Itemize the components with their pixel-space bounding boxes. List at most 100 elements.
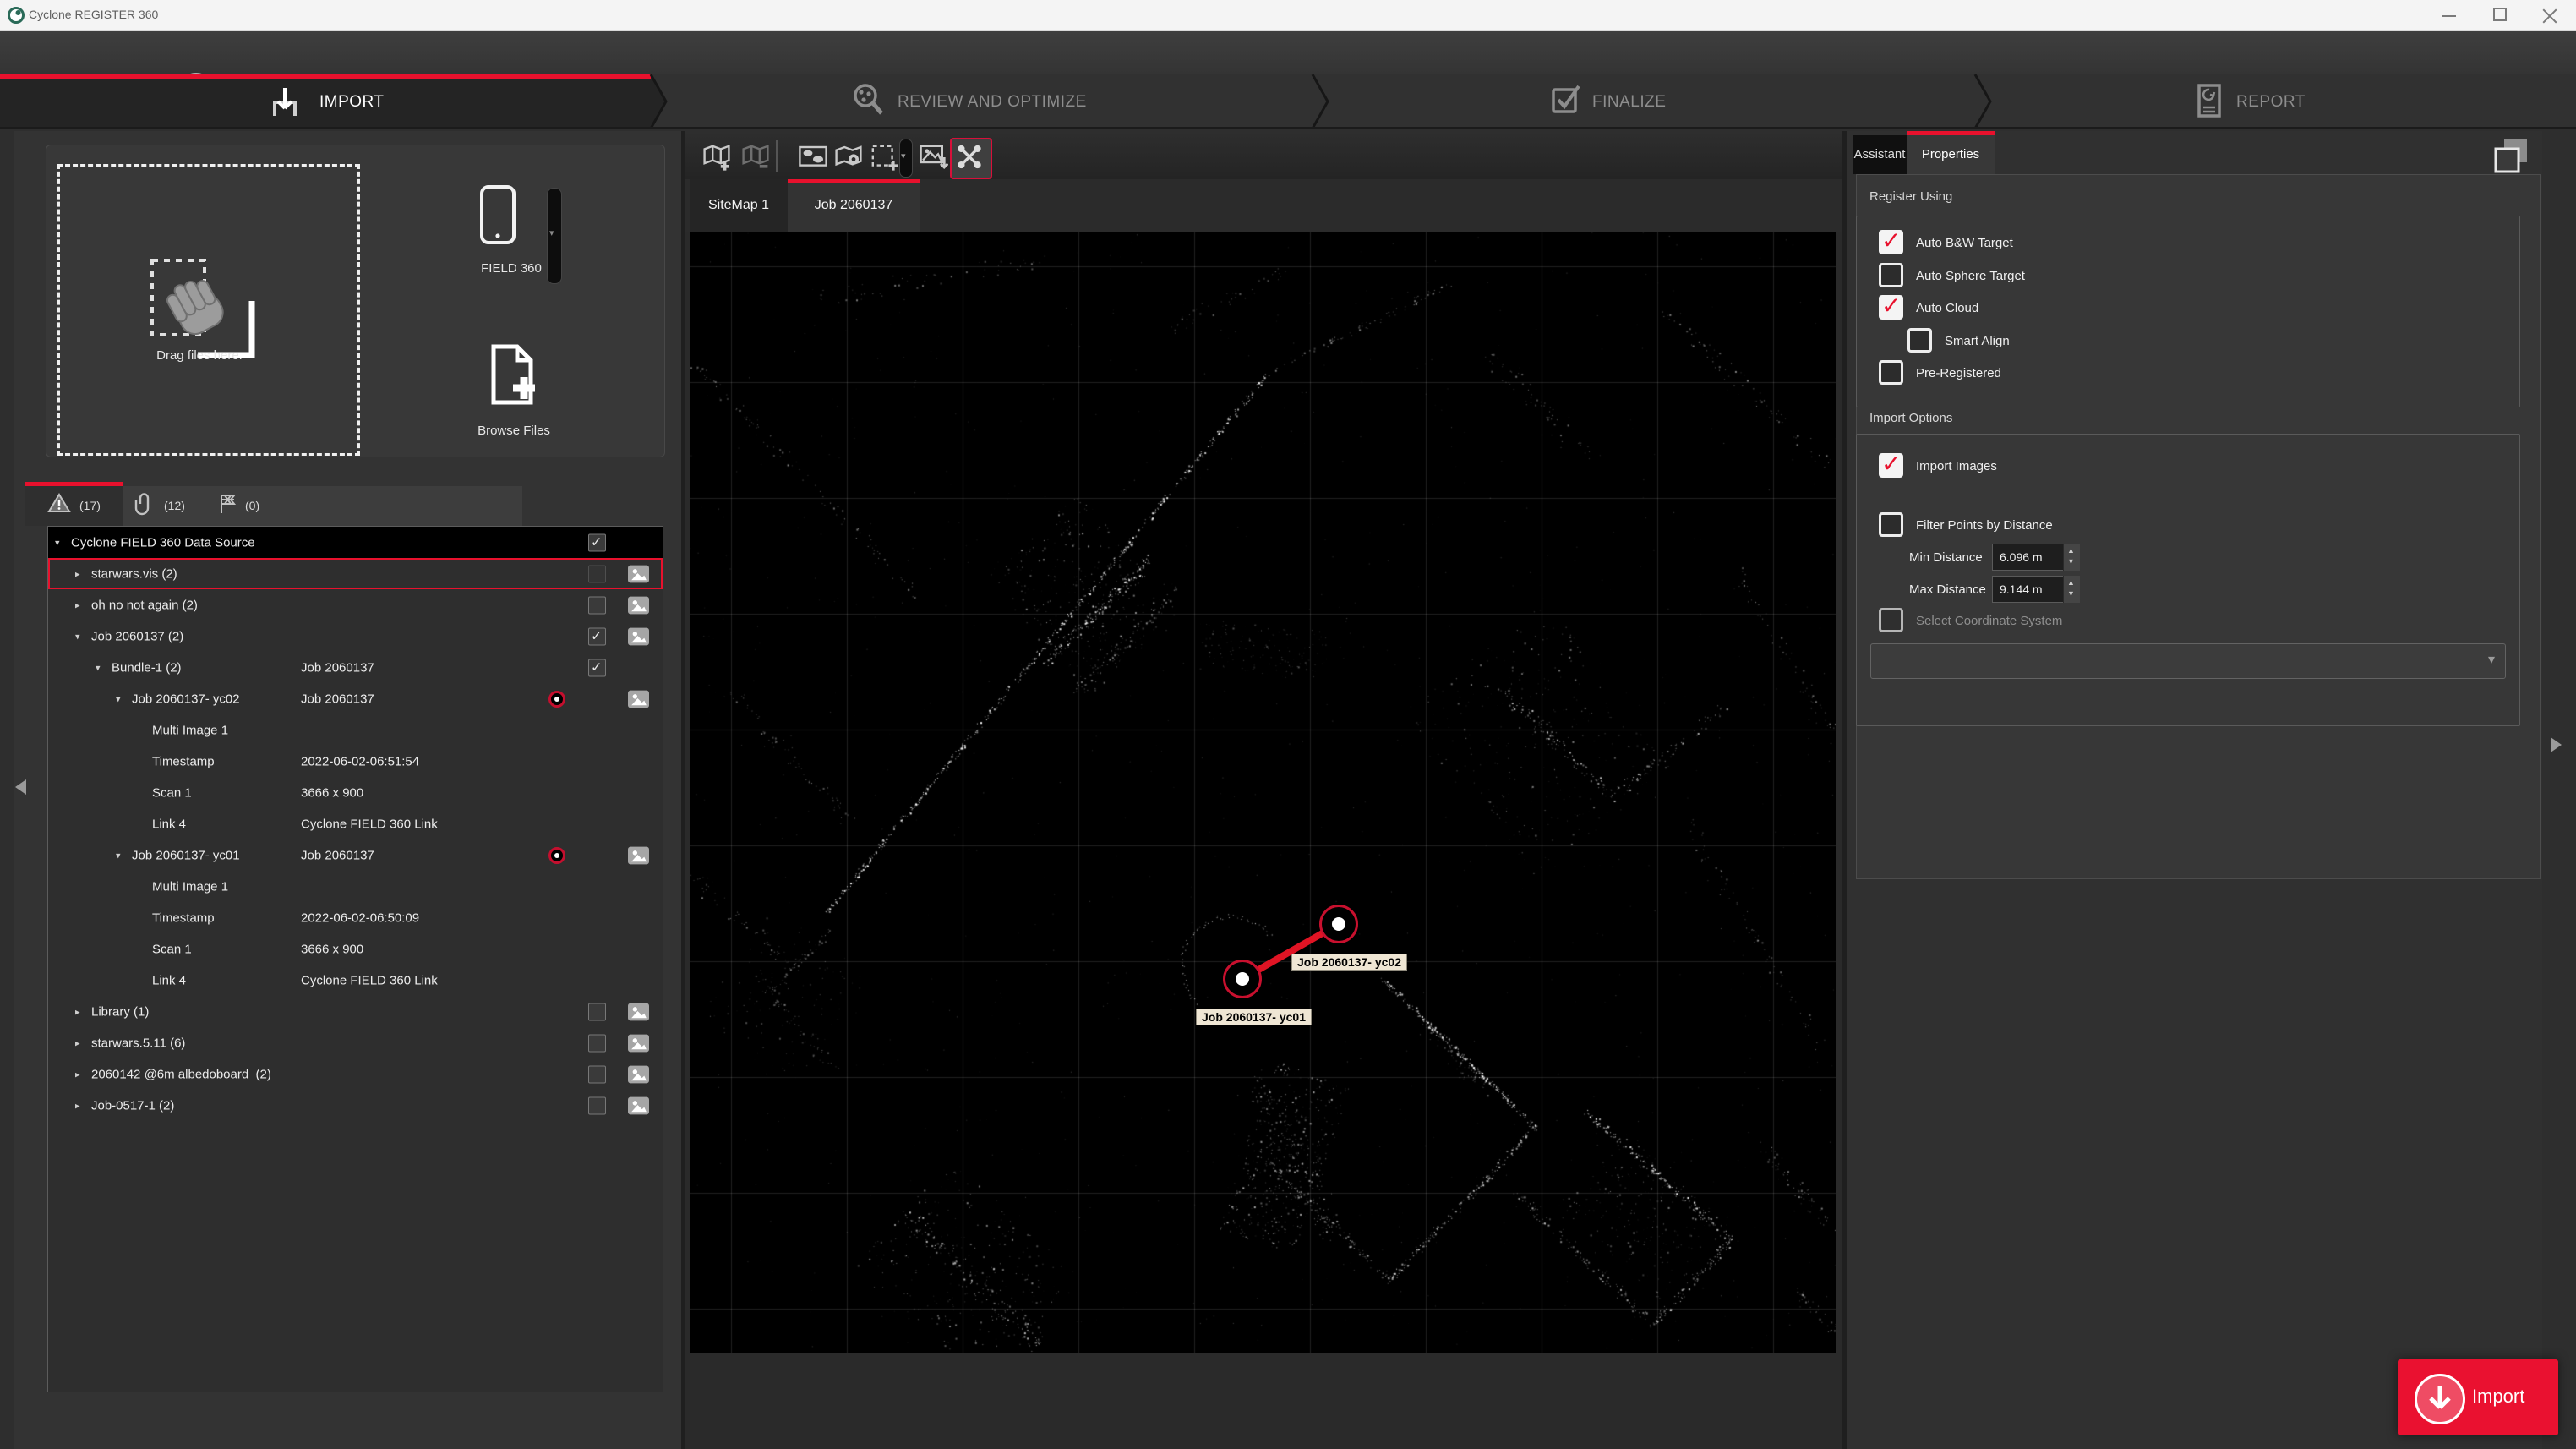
tab-finalize[interactable]: FINALIZE: [1592, 93, 1666, 112]
filter-points-checkbox[interactable]: [1879, 512, 1903, 537]
scan-node-yc02[interactable]: [1319, 905, 1358, 943]
tree-row[interactable]: ▸ starwars.vis (2): [48, 558, 663, 589]
expander-icon[interactable]: ▾: [75, 631, 80, 642]
tree-row[interactable]: ▸ Job-0517-1 (2): [48, 1090, 663, 1121]
image-thumbnail-icon[interactable]: [628, 1034, 649, 1052]
image-thumbnail-icon[interactable]: [628, 846, 649, 864]
coordinate-system-dropdown[interactable]: [1870, 643, 2506, 679]
tree-row[interactable]: ▸ starwars.5.11 (6): [48, 1027, 663, 1058]
tree-item-value: Cyclone FIELD 360 Link: [301, 817, 438, 831]
tree-item-checkbox[interactable]: [588, 627, 606, 645]
show-links-button[interactable]: [950, 138, 992, 179]
expander-icon[interactable]: ▾: [116, 693, 121, 704]
expander-icon[interactable]: ▸: [75, 568, 80, 579]
add-sitemap-icon[interactable]: [701, 142, 732, 172]
register-option-label: Smart Align: [1945, 333, 2010, 348]
tab-job-2060137[interactable]: Job 2060137: [788, 179, 920, 232]
tab-warnings[interactable]: [25, 486, 123, 526]
warning-count[interactable]: (17): [79, 499, 101, 512]
tree-row[interactable]: ▸ oh no not again (2): [48, 589, 663, 621]
select-mode-dropdown[interactable]: [899, 139, 913, 178]
browse-files-button[interactable]: Browse Files: [455, 424, 573, 438]
tree-row[interactable]: Timestamp 2022-06-02-06:50:09: [48, 902, 663, 933]
browse-files-icon[interactable]: [487, 343, 539, 411]
tree-row[interactable]: Link 4 Cyclone FIELD 360 Link: [48, 965, 663, 996]
image-thumbnail-icon[interactable]: [628, 565, 649, 582]
register-option-checkbox[interactable]: [1879, 227, 1903, 254]
tree-item-checkbox[interactable]: [588, 1065, 606, 1083]
tree-row[interactable]: ▾ Cyclone FIELD 360 Data Source: [48, 527, 663, 558]
tree-row[interactable]: ▸ 2060142 @6m albedoboard (2): [48, 1058, 663, 1090]
expander-icon[interactable]: ▸: [75, 1100, 80, 1111]
import-download-icon: [2415, 1374, 2465, 1424]
tree-item-checkbox[interactable]: [588, 596, 606, 614]
tree-row[interactable]: ▾ Job 2060137- yc01 Job 2060137: [48, 839, 663, 871]
tree-item-checkbox[interactable]: [588, 1034, 606, 1052]
field360-label[interactable]: FIELD 360: [456, 261, 566, 276]
tree-row[interactable]: Multi Image 1: [48, 871, 663, 902]
register-option-checkbox[interactable]: [1879, 262, 1903, 287]
tab-import[interactable]: IMPORT: [319, 93, 385, 112]
collapse-left-panel-icon[interactable]: [15, 779, 26, 795]
expander-icon[interactable]: ▸: [75, 1069, 80, 1080]
tab-sitemap-1[interactable]: SiteMap 1: [690, 179, 788, 232]
panel-divider-left[interactable]: [681, 131, 685, 1449]
tree-item-checkbox[interactable]: [588, 533, 606, 551]
import-options-title: Import Options: [1869, 411, 1953, 425]
export-image-icon[interactable]: [918, 142, 948, 172]
tree-item-checkbox[interactable]: [588, 1003, 606, 1020]
minimize-button[interactable]: [2442, 15, 2456, 17]
tab-properties[interactable]: Properties: [1907, 135, 1995, 174]
image-thumbnail-icon[interactable]: [628, 690, 649, 708]
close-button[interactable]: [2542, 7, 2557, 22]
tree-item-label: starwars.vis (2): [91, 566, 177, 581]
expander-icon[interactable]: ▸: [75, 599, 80, 610]
remove-sitemap-icon[interactable]: [740, 142, 771, 172]
tree-item-checkbox[interactable]: [588, 659, 606, 676]
coordinate-system-checkbox[interactable]: [1879, 608, 1903, 632]
register-option-checkbox[interactable]: [1907, 327, 1932, 353]
tree-row[interactable]: ▾ Job 2060137- yc02 Job 2060137: [48, 683, 663, 714]
collapse-right-panel-icon[interactable]: [2551, 737, 2562, 752]
panel-divider-right[interactable]: [1842, 131, 1847, 1449]
map-pin-icon[interactable]: [833, 142, 864, 172]
expander-icon[interactable]: ▾: [96, 662, 101, 673]
point-cloud-canvas[interactable]: [690, 232, 1836, 1353]
max-distance-stepper[interactable]: ▲ ▼: [2063, 576, 2080, 603]
select-area-icon[interactable]: [869, 142, 899, 172]
min-distance-stepper[interactable]: ▲ ▼: [2063, 544, 2080, 571]
tree-row[interactable]: Timestamp 2022-06-02-06:51:54: [48, 746, 663, 777]
tree-row[interactable]: Link 4 Cyclone FIELD 360 Link: [48, 808, 663, 839]
tab-report[interactable]: REPORT: [2236, 93, 2306, 112]
expander-icon[interactable]: ▸: [75, 1037, 80, 1048]
attachment-count[interactable]: (12): [164, 499, 185, 512]
image-thumbnail-icon[interactable]: [628, 1003, 649, 1020]
world-map-icon[interactable]: [798, 142, 828, 172]
tree-item-checkbox[interactable]: [588, 1096, 606, 1114]
tree-row[interactable]: ▸ Library (1): [48, 996, 663, 1027]
image-thumbnail-icon[interactable]: [628, 627, 649, 645]
tree-row[interactable]: Scan 1 3666 x 900: [48, 933, 663, 965]
image-thumbnail-icon[interactable]: [628, 1065, 649, 1083]
image-thumbnail-icon[interactable]: [628, 1096, 649, 1114]
tree-row[interactable]: Multi Image 1: [48, 714, 663, 746]
restore-button[interactable]: [2493, 4, 2510, 21]
import-button[interactable]: Import: [2398, 1359, 2558, 1435]
field360-icon[interactable]: [478, 184, 517, 252]
import-images-checkbox[interactable]: [1879, 450, 1903, 478]
image-thumbnail-icon[interactable]: [628, 596, 649, 614]
scan-node-yc01[interactable]: [1223, 960, 1262, 998]
expander-icon[interactable]: ▾: [116, 850, 121, 861]
tree-row[interactable]: ▾ Bundle-1 (2) Job 2060137: [48, 652, 663, 683]
bundle-count[interactable]: (0): [245, 499, 259, 512]
tree-row[interactable]: ▾ Job 2060137 (2): [48, 621, 663, 652]
tree-row[interactable]: Scan 1 3666 x 900: [48, 777, 663, 808]
expander-icon[interactable]: ▾: [55, 537, 60, 548]
layout-panels-icon[interactable]: [2490, 135, 2532, 178]
tab-review-and-optimize[interactable]: REVIEW AND OPTIMIZE: [898, 93, 1087, 112]
register-option-checkbox[interactable]: [1879, 360, 1903, 385]
tree-item-checkbox[interactable]: [588, 565, 606, 582]
tab-assistant[interactable]: Assistant: [1853, 135, 1907, 174]
expander-icon[interactable]: ▸: [75, 1006, 80, 1017]
register-option-checkbox[interactable]: [1879, 292, 1903, 320]
